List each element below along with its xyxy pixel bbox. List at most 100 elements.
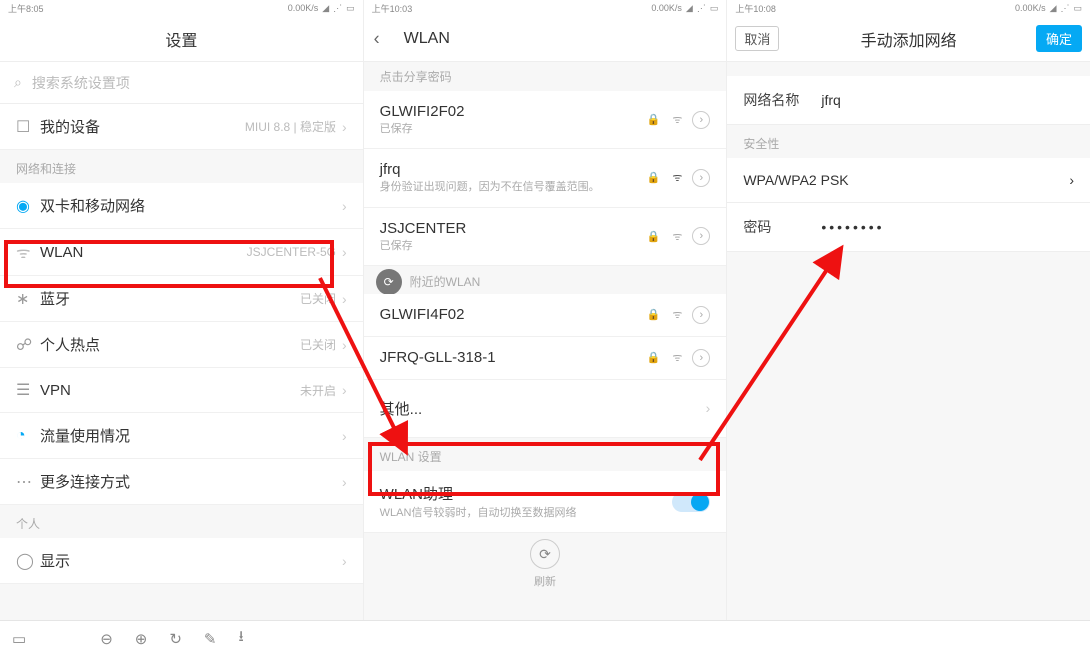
refresh-label: 刷新 (364, 573, 727, 589)
wifi-detail-icon[interactable]: › (692, 306, 710, 324)
page-title: WLAN (404, 30, 450, 48)
assist-sub: WLAN信号较弱时，自动切换至数据网络 (380, 506, 673, 520)
chevron-right-icon: › (342, 119, 347, 135)
signal-icon: ◢ (1050, 3, 1057, 14)
hotspot-label: 个人热点 (40, 334, 300, 355)
tool-select-icon[interactable]: ▭ (12, 630, 26, 648)
net-speed: 0.00K/s (1015, 3, 1046, 13)
lock-icon: 🔒 (644, 227, 662, 245)
wifi-net-glwifi4f02[interactable]: GLWIFI4F02 🔒 ᯤ › (364, 294, 727, 337)
wifi-name: JFRQ-GLL-318-1 (380, 349, 645, 366)
net-speed: 0.00K/s (651, 3, 682, 13)
more-icon: ⋯ (16, 472, 40, 492)
row-dual-sim[interactable]: ◉ 双卡和移动网络 › (0, 183, 363, 229)
status-bar: 上午10:08 0.00K/s ◢ ⋰ ▭ (727, 0, 1090, 16)
refresh-icon[interactable]: ⟳ (376, 269, 402, 295)
wlan-label: WLAN (40, 244, 247, 261)
row-wlan[interactable]: ᯤ WLAN JSJCENTER-5G › (0, 229, 363, 276)
vpn-icon: ☰ (16, 380, 40, 400)
search-icon: ⌕ (14, 74, 22, 91)
chevron-right-icon: › (342, 428, 347, 444)
share-label: 点击分享密码 (364, 62, 727, 91)
wifi-signal-icon: ᯤ (668, 306, 686, 324)
wifi-signal-icon: ᯤ (668, 349, 686, 367)
back-icon[interactable]: ‹ (374, 28, 380, 49)
wifi-name: JSJCENTER (380, 220, 645, 237)
battery-icon: ▭ (346, 3, 355, 14)
chevron-right-icon: › (706, 400, 711, 416)
row-more-connections[interactable]: ⋯ 更多连接方式 › (0, 459, 363, 505)
network-name-field[interactable]: 网络名称 jfrq (727, 76, 1090, 125)
chevron-right-icon: › (342, 198, 347, 214)
display-label: 显示 (40, 550, 342, 571)
download-icon[interactable]: ⭳ (239, 626, 244, 651)
row-other-networks[interactable]: 其他... › (364, 380, 727, 438)
wifi-detail-icon[interactable]: › (692, 227, 710, 245)
refresh-button[interactable]: ⟳ (530, 539, 560, 569)
assist-toggle[interactable] (672, 492, 710, 512)
wifi-name: GLWIFI2F02 (380, 103, 645, 120)
wifi-signal-icon: ᯤ (668, 169, 686, 187)
wifi-net-jfrq-gll[interactable]: JFRQ-GLL-318-1 🔒 ᯤ › (364, 337, 727, 380)
wifi-icon: ᯤ (16, 241, 40, 263)
status-bar: 上午8:05 0.00K/s ◢ ⋰ ▭ (0, 0, 363, 16)
sim-label: 双卡和移动网络 (40, 195, 342, 216)
lock-icon: 🔒 (644, 306, 662, 324)
cancel-button[interactable]: 取消 (735, 26, 779, 51)
row-vpn[interactable]: ☰ VPN 未开启 › (0, 368, 363, 413)
device-icon: ☐ (16, 117, 40, 137)
row-display[interactable]: ◯ 显示 › (0, 538, 363, 584)
nearby-text: 附近的WLAN (410, 273, 481, 290)
security-value: WPA/WPA2 PSK (743, 172, 848, 188)
wifi-sub: 已保存 (380, 122, 645, 136)
vpn-label: VPN (40, 382, 300, 399)
wlan-value: JSJCENTER-5G (247, 245, 336, 259)
hotspot-value: 已关闭 (300, 336, 336, 353)
display-icon: ◯ (16, 551, 40, 571)
password-label: 密码 (743, 217, 821, 237)
header: ‹ WLAN (364, 16, 727, 62)
wifi-detail-icon[interactable]: › (692, 349, 710, 367)
row-bluetooth[interactable]: ∗ 蓝牙 已关闭 › (0, 276, 363, 322)
password-field[interactable]: 密码 •••••••• (727, 203, 1090, 252)
row-my-device[interactable]: ☐ 我的设备 MIUI 8.8 | 稳定版 › (0, 104, 363, 150)
signal-icon: ◢ (322, 3, 329, 14)
search-bar[interactable]: ⌕ 搜索系统设置项 (0, 62, 363, 104)
battery-icon: ▭ (710, 3, 719, 14)
wifi-icon: ⋰ (1061, 3, 1070, 14)
wifi-net-jfrq[interactable]: jfrq 身份验证出现问题，因为不在信号覆盖范围。 🔒 ᯤ › (364, 149, 727, 207)
row-traffic[interactable]: ◔ 流量使用情况 › (0, 413, 363, 459)
page-title: 手动添加网络 (861, 27, 957, 51)
settings-screen: 上午8:05 0.00K/s ◢ ⋰ ▭ 设置 ⌕ 搜索系统设置项 ☐ 我的设备… (0, 0, 364, 620)
wifi-detail-icon[interactable]: › (692, 111, 710, 129)
rotate-icon[interactable]: ↻ (169, 630, 182, 648)
zoom-out-icon[interactable]: ⊖ (100, 630, 113, 648)
ok-button[interactable]: 确定 (1036, 25, 1082, 52)
bottom-toolbar: ▭ ⊖ ⊕ ↻ ✎ ⭳ (0, 620, 1090, 656)
lock-icon: 🔒 (644, 169, 662, 187)
bt-value: 已关闭 (300, 290, 336, 307)
chevron-right-icon: › (342, 553, 347, 569)
my-device-label: 我的设备 (40, 116, 245, 137)
wifi-net-jsjcenter[interactable]: JSJCENTER 已保存 🔒 ᯤ › (364, 208, 727, 266)
wifi-signal-icon: ᯤ (668, 227, 686, 245)
pen-icon[interactable]: ✎ (204, 630, 217, 648)
clock: 上午8:05 (8, 2, 44, 15)
add-network-screen: 上午10:08 0.00K/s ◢ ⋰ ▭ 取消 手动添加网络 确定 网络名称 … (727, 0, 1090, 620)
wifi-name: jfrq (380, 161, 645, 178)
hotspot-icon: ☍ (16, 335, 40, 355)
page-title: 设置 (165, 27, 197, 51)
wlan-screen: 上午10:03 0.00K/s ◢ ⋰ ▭ ‹ WLAN 点击分享密码 GLWI… (364, 0, 728, 620)
wifi-sub: 已保存 (380, 239, 645, 253)
row-hotspot[interactable]: ☍ 个人热点 已关闭 › (0, 322, 363, 368)
wifi-name: GLWIFI4F02 (380, 306, 645, 323)
row-wlan-assist[interactable]: WLAN助理 WLAN信号较弱时，自动切换至数据网络 (364, 471, 727, 533)
security-field[interactable]: WPA/WPA2 PSK › (727, 158, 1090, 203)
bt-label: 蓝牙 (40, 288, 300, 309)
wifi-detail-icon[interactable]: › (692, 169, 710, 187)
zoom-in-icon[interactable]: ⊕ (135, 630, 148, 648)
wlan-settings-label: WLAN 设置 (364, 438, 727, 471)
more-label: 更多连接方式 (40, 471, 342, 492)
wifi-signal-icon: ᯤ (668, 111, 686, 129)
wifi-net-glwifi2f02[interactable]: GLWIFI2F02 已保存 🔒 ᯤ › (364, 91, 727, 149)
